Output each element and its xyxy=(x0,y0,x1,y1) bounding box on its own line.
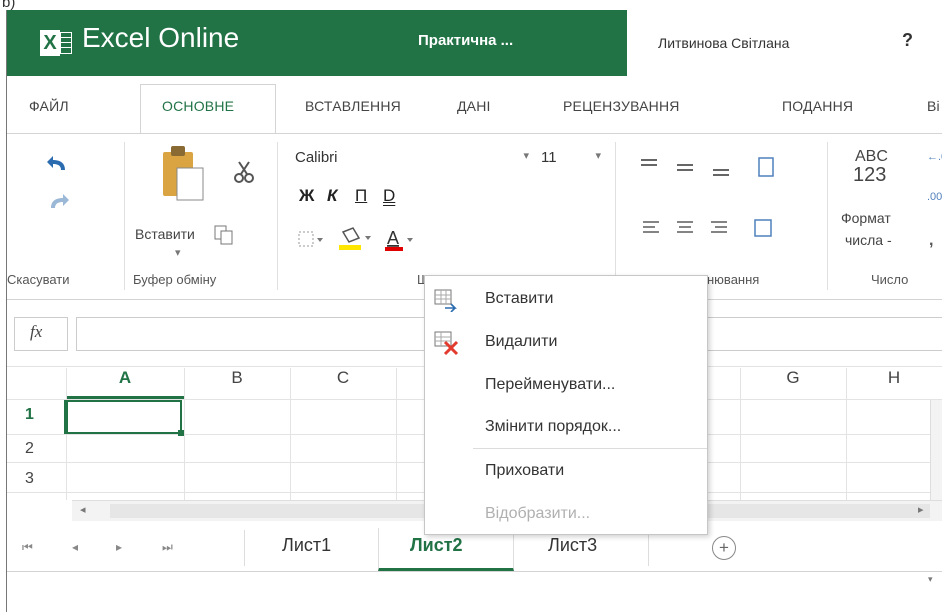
column-header-c[interactable]: C xyxy=(290,368,396,400)
function-icon: fx xyxy=(30,322,43,341)
underline-button[interactable]: П xyxy=(355,186,367,206)
fill-color-icon[interactable] xyxy=(337,226,373,252)
column-header-g[interactable]: G xyxy=(740,368,846,400)
svg-text:←.0: ←.0 xyxy=(927,151,942,163)
scroll-left-icon[interactable]: ◂ xyxy=(80,503,86,516)
row-header-2[interactable]: 2 xyxy=(7,440,67,458)
tab-view[interactable]: ПОДАННЯ xyxy=(782,98,853,114)
divider xyxy=(827,142,828,290)
ribbon-tabs: ФАЙЛ ОСНОВНЕ ВСТАВЛЕННЯ ДАНІ РЕЦЕНЗУВАНН… xyxy=(7,84,942,132)
column-header-b[interactable]: B xyxy=(184,368,290,400)
scroll-right-icon[interactable]: ▸ xyxy=(918,503,924,516)
help-button[interactable]: ? xyxy=(902,30,913,51)
user-name[interactable]: Литвинова Світлана xyxy=(658,35,789,51)
undo-group-label: Скасувати xyxy=(7,272,70,287)
last-sheet-icon[interactable]: ⏭ xyxy=(162,540,173,555)
selected-cell-a1[interactable] xyxy=(66,400,182,434)
fill-handle[interactable] xyxy=(178,430,184,436)
previous-sheet-icon[interactable]: ◂ xyxy=(72,540,78,554)
divider xyxy=(124,142,125,290)
status-chevron-icon[interactable]: ▾ xyxy=(928,574,933,585)
menu-item-delete[interactable]: Видалити xyxy=(485,333,557,351)
vertical-align-icons[interactable] xyxy=(639,156,789,180)
divider xyxy=(277,142,278,290)
row-header-1[interactable]: 1 xyxy=(7,406,67,424)
sheet-tab-1[interactable]: Лист1 xyxy=(282,535,331,556)
cut-icon[interactable] xyxy=(233,160,255,184)
column-header-h[interactable]: H xyxy=(846,368,942,400)
bold-button[interactable]: Ж xyxy=(299,186,314,206)
menu-item-reorder[interactable]: Змінити порядок... xyxy=(485,418,621,436)
next-sheet-icon[interactable]: ▸ xyxy=(116,540,122,554)
font-name-select[interactable]: Calibri ▾ xyxy=(291,146,535,172)
clipboard-group-label: Буфер обміну xyxy=(133,272,217,287)
undo-icon[interactable] xyxy=(45,154,71,174)
paste-icon[interactable] xyxy=(159,144,209,208)
number-format-label[interactable]: Формат xyxy=(841,210,891,226)
row-header-3[interactable]: 3 xyxy=(7,470,67,488)
app-title: Excel Online xyxy=(82,22,240,53)
tab-file[interactable]: ФАЙЛ xyxy=(29,98,69,114)
svg-text:A: A xyxy=(387,228,399,248)
menu-item-unhide: Відобразити... xyxy=(485,505,591,522)
sheet-tab-2[interactable]: Лист2 xyxy=(410,535,463,556)
decimal-buttons-icon[interactable]: ←.0 .00→ xyxy=(925,148,942,214)
sheet-context-menu: Вставити Видалити Перейменувати... Зміни… xyxy=(424,275,708,535)
borders-icon[interactable] xyxy=(297,230,325,250)
number-group-label: Число xyxy=(871,272,909,287)
paste-dropdown-icon[interactable]: ▾ xyxy=(175,246,181,259)
menu-item-rename[interactable]: Перейменувати... xyxy=(485,376,615,394)
double-underline-button[interactable]: D xyxy=(383,186,395,206)
document-name[interactable]: Практична ... xyxy=(418,32,513,49)
excel-logo-icon: X xyxy=(40,30,74,58)
tab-home[interactable]: ОСНОВНЕ xyxy=(162,98,234,114)
horizontal-align-icons[interactable] xyxy=(641,218,791,242)
alignment-group-label: нювання xyxy=(707,272,760,287)
menu-separator xyxy=(473,448,707,449)
tab-data[interactable]: ДАНІ xyxy=(457,98,491,114)
redo-icon[interactable] xyxy=(45,192,71,212)
first-sheet-icon[interactable]: ⏮ xyxy=(22,540,33,555)
insert-sheet-icon xyxy=(434,289,457,312)
svg-text:.00→: .00→ xyxy=(927,191,942,203)
tab-review[interactable]: РЕЦЕНЗУВАННЯ xyxy=(563,98,680,114)
menu-item-insert[interactable]: Вставити xyxy=(485,290,553,308)
font-size-select[interactable]: 11 ▾ xyxy=(537,146,605,172)
vertical-scrollbar[interactable] xyxy=(930,400,942,500)
comma-style-button[interactable]: , xyxy=(929,232,933,250)
number-format-icon-bottom[interactable]: 123 xyxy=(853,164,886,187)
font-color-icon[interactable]: A xyxy=(383,226,417,254)
delete-sheet-icon xyxy=(434,331,459,356)
italic-button[interactable]: К xyxy=(327,186,337,206)
column-header-a[interactable]: A xyxy=(66,368,184,400)
divider xyxy=(648,530,649,566)
menu-item-hide[interactable]: Приховати xyxy=(485,462,564,480)
add-sheet-icon[interactable]: + xyxy=(712,536,736,560)
divider xyxy=(244,530,245,566)
number-format-label-2[interactable]: числа - xyxy=(845,232,892,248)
tab-more[interactable]: Ві xyxy=(927,98,940,114)
tab-insert[interactable]: ВСТАВЛЕННЯ xyxy=(305,98,401,114)
divider xyxy=(615,142,616,290)
copy-icon[interactable] xyxy=(213,224,235,246)
sheet-tab-3[interactable]: Лист3 xyxy=(548,535,597,556)
paste-label[interactable]: Вставити xyxy=(135,226,195,242)
